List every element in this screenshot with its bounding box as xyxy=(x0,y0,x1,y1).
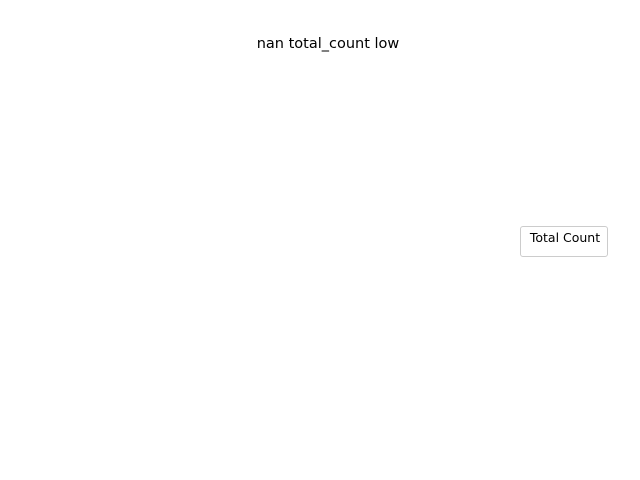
chart-legend: Total Count xyxy=(520,226,608,257)
chart-title: nan total_count low xyxy=(256,36,400,52)
legend-title: Total Count xyxy=(529,230,601,245)
plot-area xyxy=(80,58,576,428)
chart-figure: nan total_count low Total Count xyxy=(0,0,640,480)
